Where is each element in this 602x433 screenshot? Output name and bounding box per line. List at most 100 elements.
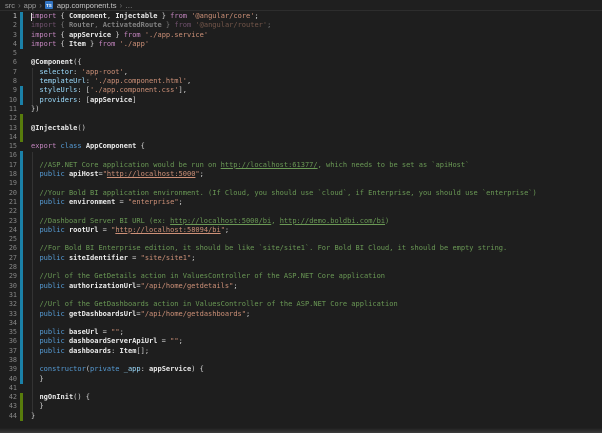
code-text: public rootUrl = "http://localhost:58094…: [23, 226, 229, 235]
line-number: 39: [0, 365, 17, 374]
breadcrumb-separator: ›: [119, 1, 122, 10]
code-text: [23, 384, 31, 393]
code-line[interactable]: 1import { Component, Injectable } from '…: [0, 12, 602, 21]
code-line[interactable]: 5: [0, 49, 602, 58]
code-text: public getDashboardsUrl="/api/home/getda…: [23, 310, 250, 319]
line-number: 41: [0, 384, 17, 393]
code-line[interactable]: 43 }: [0, 402, 602, 411]
code-line[interactable]: 35 public baseUrl = "";: [0, 328, 602, 337]
line-number: 26: [0, 244, 17, 253]
line-number: 16: [0, 151, 17, 160]
code-line[interactable]: 42 ngOnInit() {: [0, 393, 602, 402]
code-line[interactable]: 24 public rootUrl = "http://localhost:58…: [0, 226, 602, 235]
code-line[interactable]: 40 }: [0, 375, 602, 384]
line-number: 22: [0, 207, 17, 216]
line-number: 20: [0, 189, 17, 198]
code-lines: 1import { Component, Injectable } from '…: [0, 12, 602, 421]
code-line[interactable]: 11}): [0, 105, 602, 114]
code-text: public authorizationUrl="/api/home/getde…: [23, 282, 238, 291]
code-text: [23, 151, 31, 160]
code-line[interactable]: 17 //ASP.NET Core application would be r…: [0, 161, 602, 170]
code-text: public environment = "enterprise";: [23, 198, 183, 207]
line-number: 27: [0, 254, 17, 263]
code-text: public apiHost="http://localhost:5000";: [23, 170, 204, 179]
code-text: public siteIdentifier = "site/site1";: [23, 254, 195, 263]
line-number: 34: [0, 319, 17, 328]
code-line[interactable]: 37 public dashboards: Item[];: [0, 347, 602, 356]
code-line[interactable]: 38: [0, 356, 602, 365]
breadcrumb-separator: ›: [39, 1, 42, 10]
code-line[interactable]: 25: [0, 235, 602, 244]
code-editor[interactable]: 1import { Component, Injectable } from '…: [0, 11, 602, 421]
code-line[interactable]: 9 styleUrls: ['./app.component.css'],: [0, 86, 602, 95]
code-line[interactable]: 2import { Router, ActivatedRoute } from …: [0, 21, 602, 30]
code-text: [23, 356, 31, 365]
code-text: ngOnInit() {: [23, 393, 90, 402]
text-cursor: [31, 13, 32, 21]
line-number: 43: [0, 402, 17, 411]
code-line[interactable]: 18 public apiHost="http://localhost:5000…: [0, 170, 602, 179]
code-line[interactable]: 34: [0, 319, 602, 328]
code-line[interactable]: 23 //Dashboard Server BI URL (ex: http:/…: [0, 217, 602, 226]
code-text: [23, 179, 31, 188]
code-line[interactable]: 14: [0, 133, 602, 142]
code-text: [23, 319, 31, 328]
code-text: //Dashboard Server BI URL (ex: http://lo…: [23, 217, 389, 226]
code-line[interactable]: 30 public authorizationUrl="/api/home/ge…: [0, 282, 602, 291]
code-line[interactable]: 3import { appService } from './app.servi…: [0, 31, 602, 40]
code-text: public dashboardServerApiUrl = "";: [23, 337, 183, 346]
code-line[interactable]: 16: [0, 151, 602, 160]
code-line[interactable]: 33 public getDashboardsUrl="/api/home/ge…: [0, 310, 602, 319]
code-text: styleUrls: ['./app.component.css'],: [23, 86, 187, 95]
line-number: 30: [0, 282, 17, 291]
line-number: 13: [0, 124, 17, 133]
line-number: 44: [0, 412, 17, 421]
code-line[interactable]: 39 constructor(private _app: appService)…: [0, 365, 602, 374]
code-line[interactable]: 36 public dashboardServerApiUrl = "";: [0, 337, 602, 346]
code-line[interactable]: 28: [0, 263, 602, 272]
line-number: 29: [0, 272, 17, 281]
code-line[interactable]: 6@Component({: [0, 58, 602, 67]
code-text: import { Component, Injectable } from '@…: [23, 12, 259, 21]
code-line[interactable]: 15export class AppComponent {: [0, 142, 602, 151]
code-text: public dashboards: Item[];: [23, 347, 149, 356]
indent-guide: [32, 68, 33, 105]
code-line[interactable]: 8 templateUrl: './app.component.html',: [0, 77, 602, 86]
code-line[interactable]: 44}: [0, 412, 602, 421]
line-number: 17: [0, 161, 17, 170]
line-number: 37: [0, 347, 17, 356]
breadcrumb-item-src[interactable]: src: [5, 1, 15, 10]
code-text: import { Router, ActivatedRoute } from '…: [23, 21, 271, 30]
code-text: //Your Bold BI application environment. …: [23, 189, 537, 198]
code-line[interactable]: 20 //Your Bold BI application environmen…: [0, 189, 602, 198]
code-line[interactable]: 4import { Item } from './app': [0, 40, 602, 49]
line-number: 9: [0, 86, 17, 95]
code-line[interactable]: 41: [0, 384, 602, 393]
code-line[interactable]: 22: [0, 207, 602, 216]
line-number: 19: [0, 179, 17, 188]
code-line[interactable]: 31: [0, 291, 602, 300]
code-line[interactable]: 12: [0, 114, 602, 123]
line-number: 7: [0, 68, 17, 77]
line-number: 8: [0, 77, 17, 86]
code-text: }: [23, 402, 44, 411]
code-line[interactable]: 10 providers: [appService]: [0, 96, 602, 105]
code-line[interactable]: 7 selector: 'app-root',: [0, 68, 602, 77]
code-line[interactable]: 29 //Url of the GetDetails action in Val…: [0, 272, 602, 281]
code-text: [23, 114, 31, 123]
breadcrumb-item-app[interactable]: app: [24, 1, 37, 10]
code-text: @Component({: [23, 58, 82, 67]
code-text: [23, 235, 31, 244]
code-text: import { appService } from './app.servic…: [23, 31, 208, 40]
breadcrumb-item-filename[interactable]: app.component.ts: [57, 1, 117, 10]
breadcrumb-item-symbol[interactable]: …: [125, 1, 133, 10]
code-line[interactable]: 19: [0, 179, 602, 188]
code-line[interactable]: 26 //For Bold BI Enterprise edition, it …: [0, 244, 602, 253]
line-number: 12: [0, 114, 17, 123]
code-line[interactable]: 27 public siteIdentifier = "site/site1";: [0, 254, 602, 263]
code-line[interactable]: 21 public environment = "enterprise";: [0, 198, 602, 207]
line-number: 31: [0, 291, 17, 300]
code-line[interactable]: 32 //Url of the GetDashboards action in …: [0, 300, 602, 309]
code-text: export class AppComponent {: [23, 142, 145, 151]
code-line[interactable]: 13@Injectable(): [0, 124, 602, 133]
